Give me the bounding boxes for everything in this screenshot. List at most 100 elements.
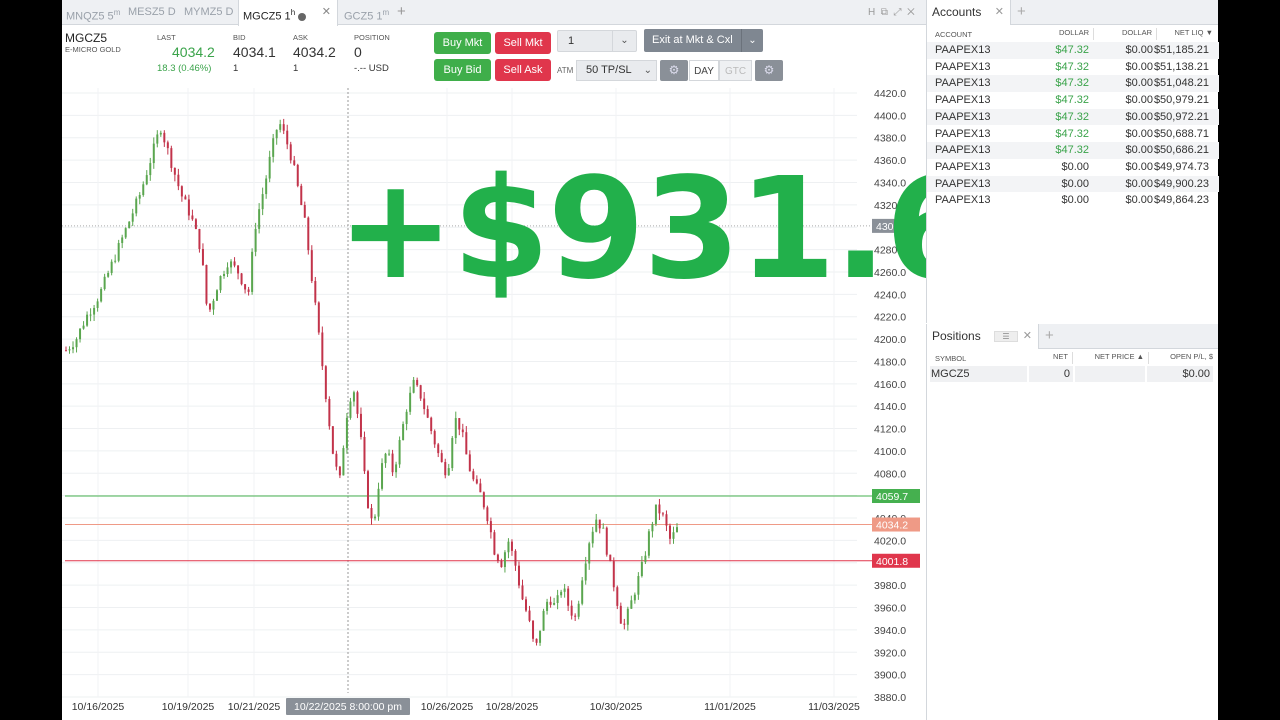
- candle-body: [458, 418, 461, 430]
- candle-body: [307, 217, 310, 251]
- exit-label: Exit at Mkt & Cxl: [652, 34, 733, 46]
- add-tab-icon[interactable]: +: [1017, 0, 1026, 24]
- col-open-pl[interactable]: OPEN P/L, $: [1151, 352, 1213, 361]
- sell-ask-button[interactable]: Sell Ask: [495, 59, 551, 81]
- candle-body: [528, 610, 531, 621]
- candle-body: [384, 453, 387, 464]
- chart-tab-bar: MNQZ5 5m MESZ5 D MYMZ5 D MGCZ5 1h ✕ GCZ5 …: [62, 0, 926, 26]
- candle-body: [654, 504, 657, 524]
- col-symbol[interactable]: SYMBOL: [935, 354, 966, 363]
- order-settings-icon[interactable]: ⚙: [755, 60, 783, 81]
- tab-gcz5[interactable]: GCZ5 1m: [340, 0, 394, 25]
- list-toggle-icon[interactable]: ☰: [994, 331, 1018, 342]
- account-name: PAAPEX13: [935, 77, 991, 90]
- candle-body: [300, 185, 303, 206]
- chevron-down-icon[interactable]: ⌄: [612, 31, 636, 51]
- candle-body: [342, 448, 345, 476]
- maximize-icon[interactable]: ⤢: [894, 7, 902, 18]
- window-controls: H ⧉ ⤢ ✕: [868, 0, 915, 25]
- ask-price: 4034.2: [293, 44, 336, 60]
- candle-body: [440, 453, 443, 463]
- col-dollar-2[interactable]: DOLLAR: [1095, 28, 1157, 40]
- col-net-liq[interactable]: NET LIQ ▼: [1159, 28, 1213, 37]
- account-row[interactable]: PAAPEX13 $47.32 $0.00 $50,979.21: [927, 92, 1219, 109]
- buy-mkt-button[interactable]: Buy Mkt: [434, 32, 491, 54]
- tif-gtc-button[interactable]: GTC: [719, 60, 752, 81]
- candle-body: [152, 143, 155, 164]
- candle-body: [177, 174, 180, 187]
- chevron-down-icon[interactable]: ⌄: [741, 29, 763, 52]
- bracket-select[interactable]: 50 TP/SL ⌄: [576, 60, 657, 81]
- candle-body: [310, 250, 313, 281]
- candle-body: [163, 132, 166, 143]
- close-tab-icon[interactable]: ✕: [1023, 324, 1032, 349]
- pin-icon[interactable]: H: [868, 7, 875, 18]
- candle-body: [405, 411, 408, 425]
- tab-mymz5[interactable]: MYMZ5 D: [180, 0, 238, 25]
- bid-size: 1: [233, 63, 239, 74]
- candle-body: [475, 479, 478, 484]
- candle-body: [391, 453, 394, 473]
- candle-body: [131, 213, 134, 222]
- account-dollar-1: $47.32: [1055, 77, 1089, 90]
- add-tab-icon[interactable]: +: [397, 0, 406, 25]
- account-row[interactable]: PAAPEX13 $47.32 $0.00 $50,688.71: [927, 126, 1219, 143]
- chevron-down-icon[interactable]: ⌄: [644, 61, 652, 80]
- ask-label: ASK: [293, 33, 309, 42]
- tif-day-button[interactable]: DAY: [689, 60, 719, 81]
- positions-tab-bar: Positions ☰ ✕ +: [926, 324, 1218, 349]
- account-row[interactable]: PAAPEX13 $47.32 $0.00 $51,138.21: [927, 59, 1219, 76]
- tab-positions[interactable]: Positions ☰ ✕: [927, 324, 1039, 349]
- candle-body: [145, 175, 148, 185]
- buy-bid-button[interactable]: Buy Bid: [434, 59, 491, 81]
- detach-icon[interactable]: ⧉: [881, 7, 888, 18]
- candle-body: [426, 409, 429, 418]
- symbol-name[interactable]: MGCZ5: [65, 31, 107, 45]
- quantity-select[interactable]: 1 ⌄: [557, 30, 637, 52]
- tab-label: MNQZ5 5: [66, 10, 114, 23]
- crosshair-time-label: 10/22/2025 8:00:00 pm: [294, 701, 402, 713]
- account-name: PAAPEX13: [935, 160, 991, 173]
- add-tab-icon[interactable]: +: [1045, 324, 1054, 348]
- candle-body: [535, 638, 538, 643]
- exit-at-mkt-button[interactable]: Exit at Mkt & Cxl ⌄: [644, 29, 763, 52]
- account-row[interactable]: PAAPEX13 $47.32 $0.00 $51,185.21: [927, 42, 1219, 59]
- col-account[interactable]: ACCOUNT: [935, 30, 972, 39]
- account-row[interactable]: PAAPEX13 $0.00 $0.00 $49,864.23: [927, 192, 1219, 209]
- account-row[interactable]: PAAPEX13 $0.00 $0.00 $49,900.23: [927, 175, 1219, 193]
- candle-body: [219, 276, 222, 291]
- tab-meszs[interactable]: MESZ5 D: [124, 0, 180, 25]
- account-row[interactable]: PAAPEX13 $0.00 $0.00 $49,974.73: [927, 159, 1219, 176]
- account-row[interactable]: PAAPEX13 $47.32 $0.00 $50,686.21: [927, 142, 1219, 159]
- close-tab-icon[interactable]: ✕: [322, 0, 331, 25]
- account-net-liq: $49,864.23: [1153, 194, 1209, 207]
- candle-body: [630, 600, 633, 609]
- tab-accounts[interactable]: Accounts ✕: [927, 0, 1011, 25]
- tab-mnqz5[interactable]: MNQZ5 5m: [62, 0, 124, 25]
- candle-body: [114, 260, 117, 262]
- price-line-label: 4059.7: [876, 491, 908, 503]
- account-row[interactable]: PAAPEX13 $47.32 $0.00 $50,972.21: [927, 108, 1219, 126]
- candle-body: [314, 280, 317, 303]
- y-tick-label: 4180.0: [874, 356, 906, 368]
- sell-mkt-button[interactable]: Sell Mkt: [495, 32, 551, 54]
- candle-body: [173, 167, 176, 175]
- account-dollar-1: $47.32: [1055, 94, 1089, 107]
- position-value: 0: [354, 44, 362, 60]
- close-tab-icon[interactable]: ✕: [995, 0, 1004, 25]
- tab-mgcz5[interactable]: MGCZ5 1h ✕: [238, 0, 338, 26]
- col-dollar-1[interactable]: DOLLAR: [1029, 28, 1094, 40]
- position-row[interactable]: MGCZ5 0 $0.00: [927, 366, 1219, 383]
- account-net-liq: $50,686.21: [1153, 144, 1209, 157]
- close-window-icon[interactable]: ✕: [907, 7, 915, 18]
- candle-body: [619, 605, 622, 624]
- bracket-settings-icon[interactable]: ⚙: [660, 60, 688, 81]
- symbol-description: E-MICRO GOLD: [65, 45, 121, 54]
- x-tick-label: 10/30/2025: [590, 701, 643, 713]
- candle-body: [493, 532, 496, 555]
- col-net[interactable]: NET: [1027, 352, 1073, 364]
- col-net-price[interactable]: NET PRICE ▲: [1077, 352, 1149, 364]
- candle-body: [602, 527, 605, 529]
- account-row[interactable]: PAAPEX13 $47.32 $0.00 $51,048.21: [927, 75, 1219, 93]
- candle-body: [293, 160, 296, 165]
